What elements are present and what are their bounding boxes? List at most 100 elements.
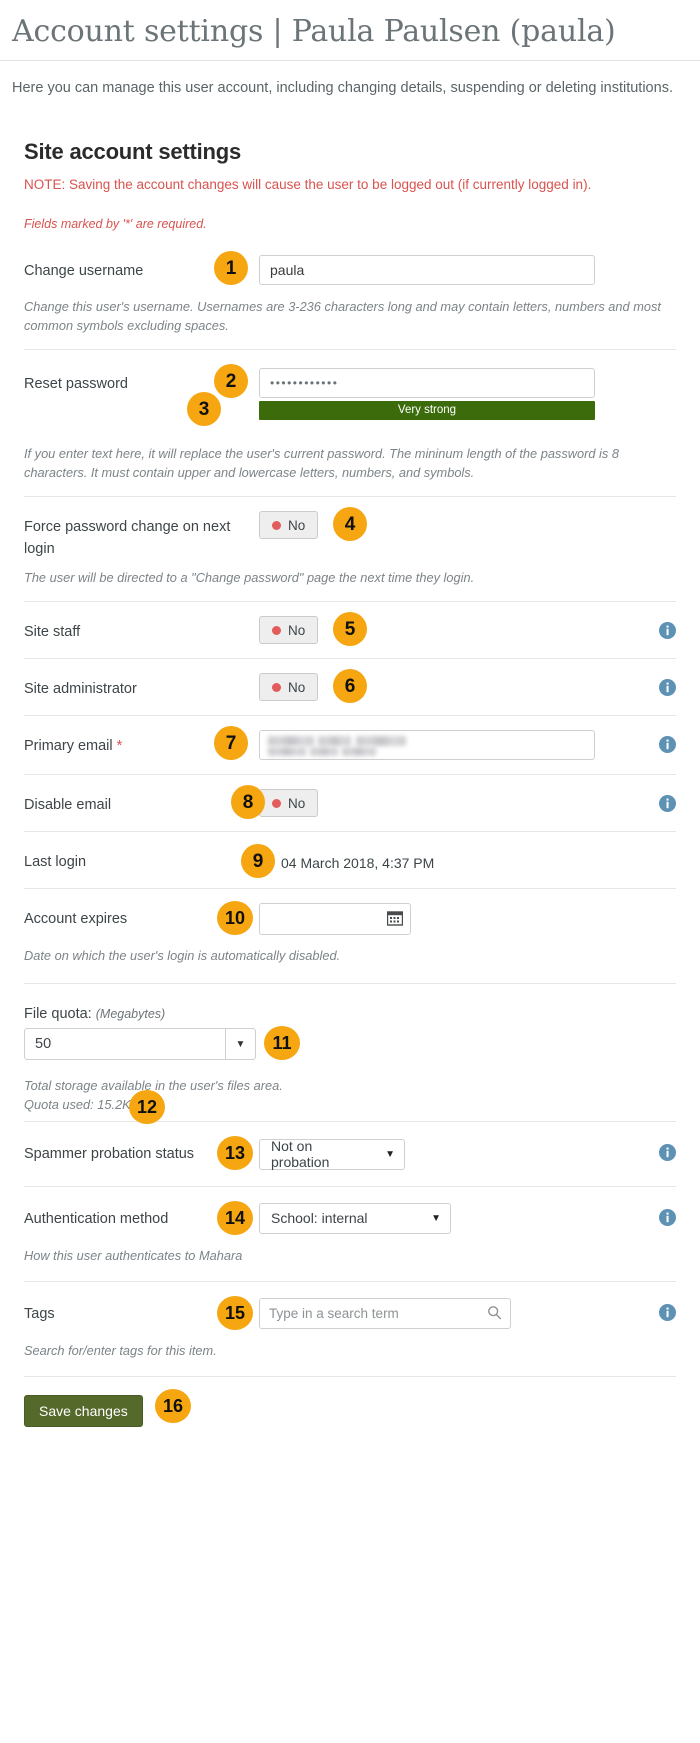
annotation-badge-4: 4	[333, 507, 367, 541]
info-icon[interactable]	[659, 622, 676, 639]
control-disable-email: No 8	[231, 785, 646, 819]
help-change-username: Change this user's username. Usernames a…	[24, 299, 661, 333]
page-header: Account settings | Paula Paulsen (paula)	[0, 0, 700, 61]
tags-search-input[interactable]	[259, 1297, 511, 1329]
annotation-badge-15: 15	[217, 1295, 253, 1330]
panel-title: Site account settings	[24, 139, 242, 164]
authentication-method-select[interactable]: School: internal ▼	[259, 1202, 451, 1234]
page-title: Account settings | Paula Paulsen (paula)	[12, 14, 616, 49]
chevron-down-icon[interactable]: ▼	[385, 1149, 395, 1160]
info-site-staff[interactable]	[646, 616, 676, 644]
disable-email-toggle[interactable]: No	[259, 789, 319, 817]
required-fields-note: Fields marked by '*' are required.	[24, 217, 207, 231]
primary-email-input[interactable]	[259, 730, 595, 760]
info-icon[interactable]	[659, 1144, 676, 1161]
info-site-administrator[interactable]	[646, 673, 676, 701]
control-site-staff: No 5	[259, 612, 646, 646]
control-change-username: 1	[214, 251, 646, 285]
control-account-expires: 10	[217, 901, 646, 935]
help-reset-password: If you enter text here, it will replace …	[24, 446, 619, 480]
spammer-probation-value: Not on probation	[271, 1138, 330, 1170]
row-last-login: Last login 04 March 2018, 4:37 PM 9	[24, 831, 676, 888]
help-force-password-change: The user will be directed to a "Change p…	[24, 570, 475, 585]
file-quota-select[interactable]: 50 ▼	[24, 1028, 256, 1060]
logout-warning-note: NOTE: Saving the account changes will ca…	[24, 177, 592, 192]
password-input[interactable]	[259, 368, 595, 398]
control-authentication-method: School: internal ▼ 14	[217, 1200, 646, 1235]
last-login-value: 04 March 2018, 4:37 PM	[281, 855, 435, 871]
status-dot-icon	[272, 520, 281, 530]
file-quota-label-text: File quota:	[24, 1006, 92, 1022]
row-force-password-change: Force password change on next login No 4	[24, 496, 676, 560]
annotation-badge-11: 11	[264, 1026, 300, 1060]
toggle-label: No	[288, 517, 306, 533]
control-force-password-change: No 4	[259, 507, 646, 541]
annotation-badge-7: 7	[214, 726, 248, 760]
info-icon[interactable]	[659, 795, 676, 812]
info-icon[interactable]	[659, 1208, 676, 1226]
primary-email-label-text: Primary email	[24, 738, 113, 754]
row-site-administrator: Site administrator No 6	[24, 658, 676, 715]
chevron-down-icon[interactable]: ▼	[431, 1213, 441, 1224]
status-dot-icon	[272, 798, 281, 808]
annotation-badge-13: 13	[217, 1136, 253, 1170]
info-spammer-probation[interactable]	[646, 1138, 676, 1166]
annotation-badge-1: 1	[214, 251, 248, 285]
row-disable-email: Disable email No 8	[24, 774, 676, 831]
toggle-label: No	[288, 679, 306, 695]
spammer-probation-select[interactable]: Not on probation ▼	[259, 1138, 405, 1170]
row-save: Save changes 16	[24, 1375, 676, 1427]
authentication-method-value: School: internal	[271, 1210, 368, 1226]
row-site-staff: Site staff No 5	[24, 601, 676, 658]
account-expires-input[interactable]	[259, 903, 411, 935]
label-site-staff: Site staff	[24, 624, 81, 640]
toggle-label: No	[288, 622, 306, 638]
file-quota-unit: (Megabytes)	[95, 1007, 166, 1021]
row-primary-email: Primary email * 7	[24, 715, 676, 774]
label-last-login: Last login	[24, 854, 87, 870]
status-dot-icon	[272, 682, 281, 692]
help-account-expires: Date on which the user's login is automa…	[24, 948, 341, 963]
info-icon[interactable]	[659, 736, 676, 753]
control-tags: 15	[217, 1295, 646, 1330]
control-last-login: 04 March 2018, 4:37 PM 9	[241, 844, 646, 878]
info-icon[interactable]	[659, 679, 676, 696]
row-file-quota: File quota: (Megabytes) 50 ▼ 11 Total st…	[24, 983, 676, 1124]
control-site-administrator: No 6	[259, 669, 646, 703]
info-tags[interactable]	[646, 1298, 676, 1326]
file-quota-value: 50	[35, 1036, 52, 1052]
site-staff-toggle[interactable]: No	[259, 616, 319, 644]
row-reset-password: Reset password Very strong 2 3	[24, 349, 676, 426]
row-spammer-probation: Spammer probation status Not on probatio…	[24, 1121, 676, 1186]
help-file-quota: Total storage available in the user's fi…	[24, 1078, 283, 1093]
required-asterisk: *	[116, 738, 123, 754]
info-icon[interactable]	[659, 1303, 676, 1321]
control-spammer-probation: Not on probation ▼ 13	[217, 1136, 646, 1170]
account-settings-page: Account settings | Paula Paulsen (paula)…	[0, 0, 700, 1447]
annotation-badge-8: 8	[231, 785, 265, 819]
info-authentication-method[interactable]	[646, 1203, 676, 1231]
row-change-username: Change username 1	[24, 241, 676, 289]
info-disable-email[interactable]	[646, 789, 676, 817]
help-authentication-method: How this user authenticates to Mahara	[24, 1247, 243, 1263]
save-changes-button[interactable]: Save changes	[24, 1394, 143, 1427]
info-primary-email[interactable]	[646, 730, 676, 758]
label-disable-email: Disable email	[24, 797, 112, 813]
help-tags: Search for/enter tags for this item.	[24, 1342, 217, 1358]
control-reset-password: Very strong 2 3	[187, 364, 646, 426]
force-password-change-toggle[interactable]: No	[259, 511, 319, 539]
status-dot-icon	[272, 625, 281, 635]
annotation-badge-3: 3	[187, 392, 221, 426]
label-force-password-change: Force password change on next login	[24, 519, 231, 557]
chevron-down-icon[interactable]: ▼	[225, 1029, 255, 1059]
site-administrator-toggle[interactable]: No	[259, 673, 319, 701]
quota-used-text: Quota used: 15.2KB	[24, 1097, 140, 1112]
control-primary-email: 7	[214, 726, 646, 760]
username-input[interactable]	[259, 255, 595, 285]
annotation-badge-12: 12	[129, 1090, 165, 1124]
annotation-badge-10: 10	[217, 901, 253, 935]
label-file-quota: File quota: (Megabytes)	[24, 1006, 676, 1022]
annotation-badge-5: 5	[333, 612, 367, 646]
row-authentication-method: Authentication method School: internal ▼…	[24, 1185, 676, 1235]
password-strength-bar: Very strong	[259, 401, 595, 420]
